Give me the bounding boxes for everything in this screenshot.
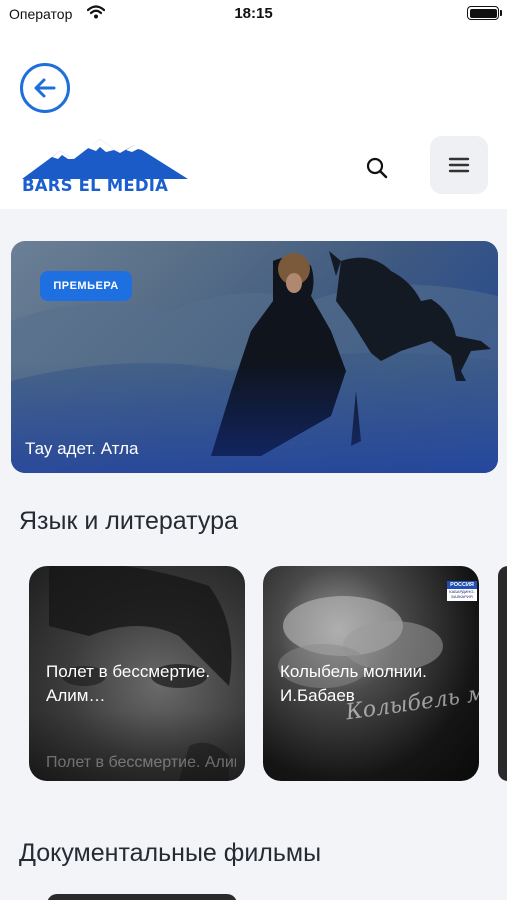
channel-name: РОССИЯ xyxy=(447,581,477,589)
premiere-badge: ПРЕМЬЕРА xyxy=(40,271,132,301)
hamburger-menu-icon xyxy=(448,157,470,173)
bars-el-media-logo[interactable]: BARS EL MEDIA xyxy=(22,135,188,195)
battery-icon xyxy=(467,6,502,20)
video-card-partial[interactable] xyxy=(498,566,507,781)
status-bar: Оператор 18:15 xyxy=(0,0,507,28)
channel-logo: РОССИЯ КАБАРДИНО-БАЛКАРИЯ xyxy=(447,581,477,601)
section-title-documentaries: Документальные фильмы xyxy=(19,839,322,867)
video-card-partial[interactable] xyxy=(47,894,237,900)
mountains-logo-icon xyxy=(22,139,188,179)
section-title-language-literature: Язык и литература xyxy=(19,507,238,535)
hero-title: Тау адет. Атла xyxy=(25,439,139,458)
clock: 18:15 xyxy=(234,5,273,22)
search-button[interactable] xyxy=(360,151,394,185)
app-header: BARS EL MEDIA xyxy=(0,28,507,209)
arrow-left-circle-icon xyxy=(34,78,56,98)
back-button[interactable] xyxy=(20,63,70,113)
logo-text: BARS EL MEDIA xyxy=(22,176,169,195)
card-title: Колыбель молнии. И.Бабаев xyxy=(280,662,427,705)
card-subtitle: Полет в бессмертие. Алим Байсултанов xyxy=(46,754,236,771)
channel-region: КАБАРДИНО-БАЛКАРИЯ xyxy=(449,589,475,599)
menu-button[interactable] xyxy=(430,136,488,194)
search-icon xyxy=(366,157,388,179)
card-title: Полет в бессмертие. Алим… xyxy=(46,662,211,705)
hero-banner[interactable]: ПРЕМЬЕРА Тау адет. Атла xyxy=(11,241,498,473)
video-card[interactable]: Полет в бессмертие. Алим… Полет в бессме… xyxy=(29,566,245,781)
video-card[interactable]: РОССИЯ КАБАРДИНО-БАЛКАРИЯ Колыбель молни… xyxy=(263,566,479,781)
